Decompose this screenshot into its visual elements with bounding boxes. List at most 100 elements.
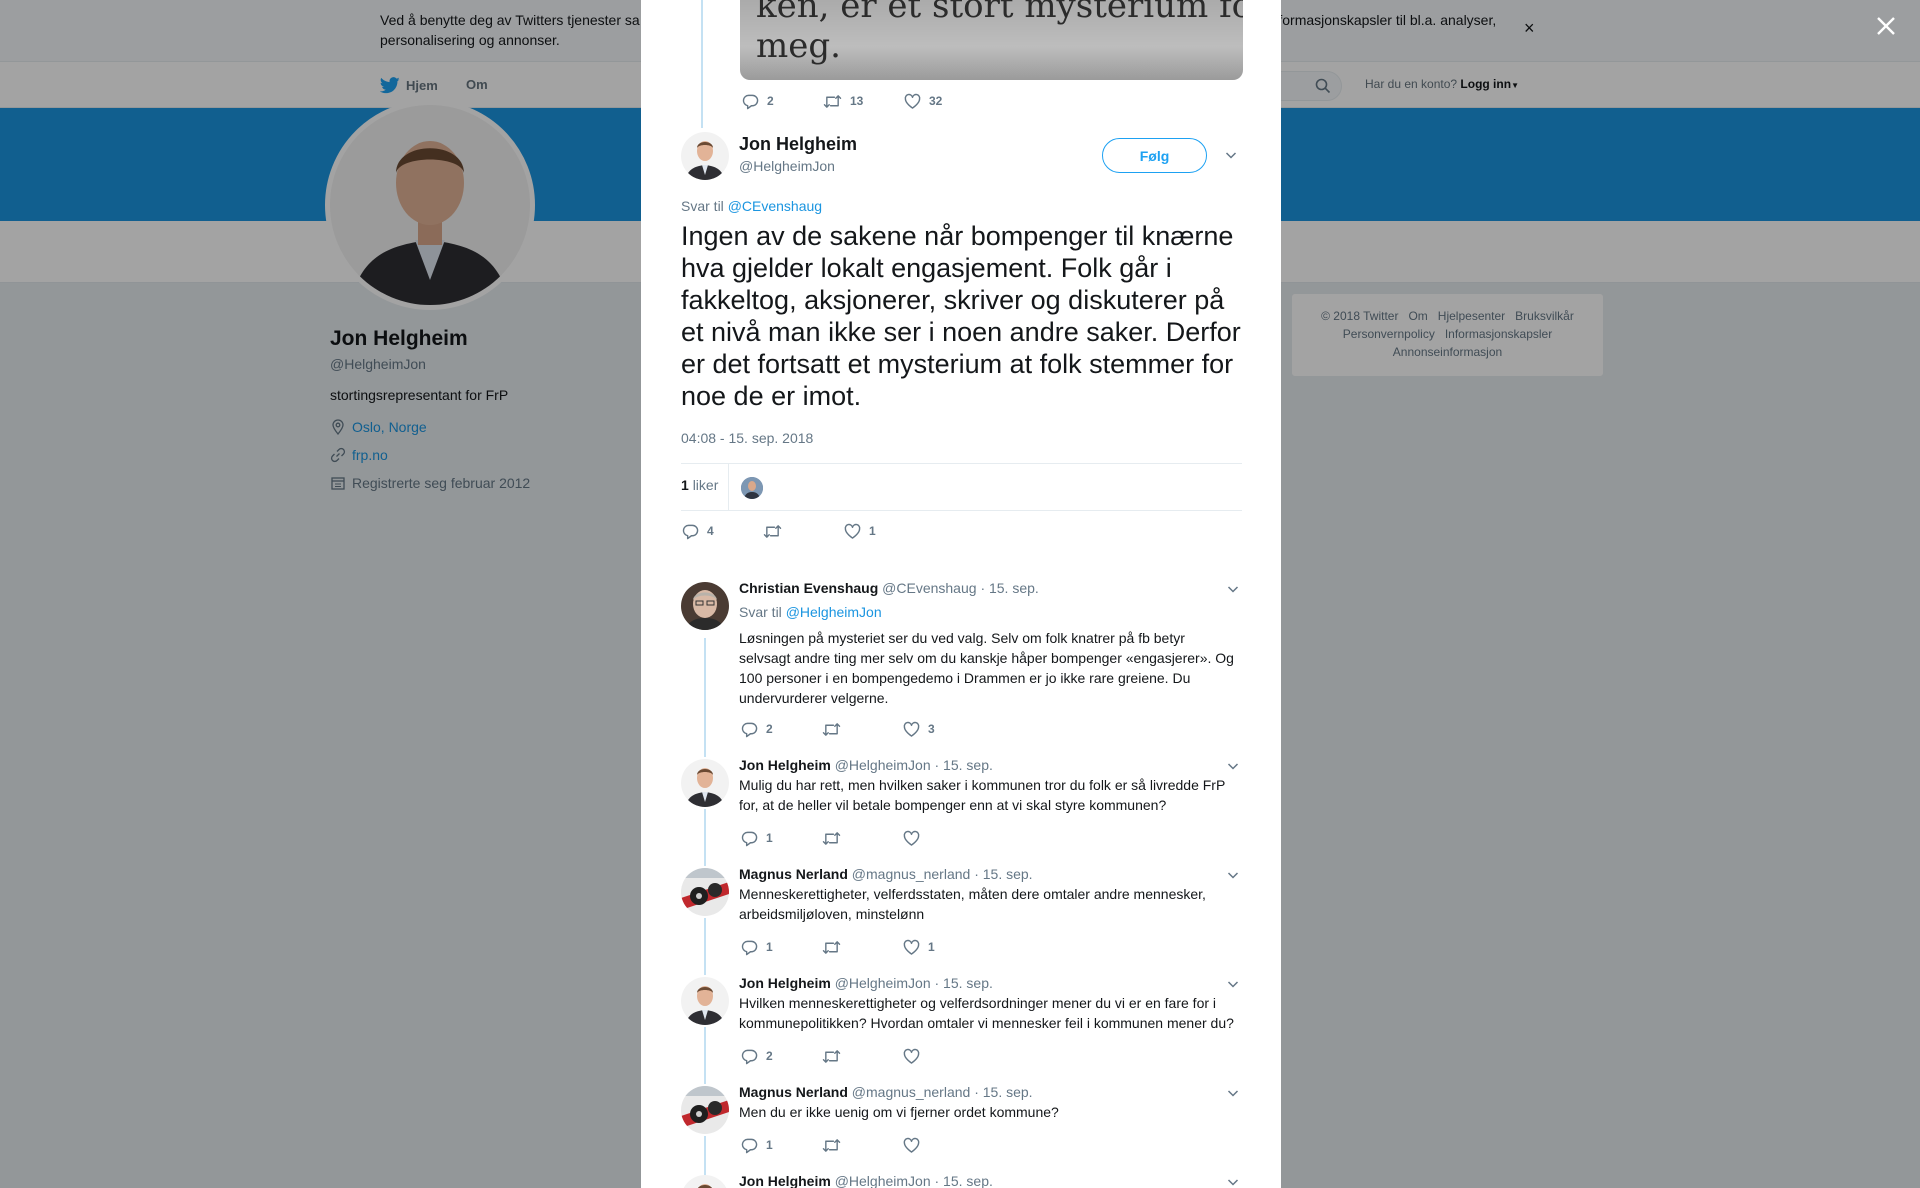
reply-date[interactable]: · 15. sep. [980, 580, 1038, 596]
reply-avatar[interactable] [681, 582, 729, 630]
reply-count: 2 [766, 722, 773, 736]
reply-author-handle[interactable]: @magnus_nerland [852, 1084, 971, 1100]
reply-date[interactable]: · 15. sep. [935, 1173, 993, 1188]
main-tweet-author-handle[interactable]: @HelgheimJon [739, 158, 835, 174]
reply-author-name[interactable]: Christian Evenshaug [739, 580, 878, 596]
like-button[interactable] [903, 1136, 984, 1154]
reply-text: Løsningen på mysteriet ser du ved valg. … [739, 630, 1234, 706]
reply-author-handle[interactable]: @HelgheimJon [835, 1173, 931, 1188]
heart-icon [903, 830, 920, 846]
reply-count: 1 [766, 831, 773, 845]
reply-tweet[interactable]: Jon Helgheim @HelgheimJon · 15. sep. Hvi… [681, 965, 1242, 1082]
reply-author-handle[interactable]: @magnus_nerland [852, 866, 971, 882]
reply-to-mention[interactable]: @HelgheimJon [786, 604, 882, 620]
like-count: 1 [928, 940, 935, 954]
liker-avatar[interactable] [741, 477, 763, 499]
chevron-down-icon[interactable] [1226, 977, 1240, 991]
reply-actions: 1 1 [741, 938, 984, 956]
main-tweet-timestamp[interactable]: 04:08 - 15. sep. 2018 [681, 430, 813, 446]
reply-tweet[interactable]: Magnus Nerland @magnus_nerland · 15. sep… [681, 1074, 1242, 1181]
retweet-button[interactable] [822, 720, 903, 738]
reply-author-name[interactable]: Jon Helgheim [739, 757, 831, 773]
chevron-down-icon[interactable] [1226, 1086, 1240, 1100]
reply-date[interactable]: · 15. sep. [974, 1084, 1032, 1100]
retweet-icon [822, 1049, 841, 1063]
follow-button[interactable]: Følg [1102, 138, 1207, 173]
reply-tweet[interactable]: Jon Helgheim @HelgheimJon · 15. sep. [681, 1163, 1242, 1188]
retweet-button[interactable] [822, 1136, 903, 1154]
retweet-button[interactable] [822, 938, 903, 956]
reply-tweet[interactable]: Magnus Nerland @magnus_nerland · 15. sep… [681, 856, 1242, 973]
likes-stat[interactable]: 1 liker [681, 477, 718, 493]
reply-author-handle[interactable]: @HelgheimJon [835, 975, 931, 991]
reply-date[interactable]: · 15. sep. [935, 757, 993, 773]
main-tweet-author-name[interactable]: Jon Helgheim [739, 134, 857, 155]
reply-button[interactable]: 2 [741, 1047, 822, 1065]
retweet-button[interactable]: 13 [823, 92, 904, 110]
reply-author-name[interactable]: Jon Helgheim [739, 975, 831, 991]
reply-author-handle[interactable]: @CEvenshaug [882, 580, 976, 596]
reply-to-mention[interactable]: @CEvenshaug [728, 198, 822, 214]
reply-button[interactable]: 4 [682, 522, 763, 540]
reply-author-name[interactable]: Jon Helgheim [739, 1173, 831, 1188]
stats-divider [728, 464, 729, 510]
reply-to-label: Svar til [681, 198, 724, 214]
retweet-button[interactable] [822, 829, 903, 847]
reply-to-label: Svar til [739, 604, 782, 620]
reply-button[interactable]: 1 [741, 829, 822, 847]
reply-avatar[interactable] [681, 1175, 729, 1188]
reply-button[interactable]: 1 [741, 938, 822, 956]
like-button[interactable]: 1 [844, 522, 925, 540]
reply-avatar[interactable] [681, 1086, 729, 1134]
chevron-down-icon[interactable] [1226, 759, 1240, 773]
reply-button[interactable]: 1 [741, 1136, 822, 1154]
like-button[interactable] [903, 829, 984, 847]
reply-avatar[interactable] [681, 977, 729, 1025]
chevron-down-icon[interactable] [1226, 868, 1240, 882]
reply-date[interactable]: · 15. sep. [974, 866, 1032, 882]
chevron-down-icon[interactable] [1226, 582, 1240, 596]
retweet-icon [822, 831, 841, 845]
reply-actions: 1 [741, 1136, 984, 1154]
reply-button[interactable]: 2 [742, 92, 823, 110]
heart-icon [903, 721, 920, 737]
reply-date[interactable]: · 15. sep. [935, 975, 993, 991]
reply-author-handle[interactable]: @HelgheimJon [835, 757, 931, 773]
like-button[interactable]: 32 [904, 92, 985, 110]
chevron-down-icon[interactable] [1226, 1175, 1240, 1188]
reply-author-name[interactable]: Magnus Nerland [739, 866, 848, 882]
retweet-icon [822, 940, 841, 954]
reply-icon [682, 524, 699, 539]
retweet-icon [763, 524, 782, 538]
reply-avatar[interactable] [681, 868, 729, 916]
like-button[interactable] [903, 1047, 984, 1065]
reply-tweet[interactable]: Christian Evenshaug @CEvenshaug · 15. se… [681, 580, 1242, 748]
image-text-line1: ken, er et stort mysterium for [756, 0, 1243, 26]
reply-header: Jon Helgheim @HelgheimJon · 15. sep. [739, 757, 993, 773]
like-button[interactable]: 1 [903, 938, 984, 956]
avatar-photo [681, 868, 729, 916]
retweet-button[interactable] [763, 522, 844, 540]
like-count: 1 [869, 524, 876, 538]
reply-author-name[interactable]: Magnus Nerland [739, 1084, 848, 1100]
avatar-photo [681, 1086, 729, 1134]
reply-avatar[interactable] [681, 759, 729, 807]
thread-line [704, 1163, 706, 1173]
like-count: 3 [928, 722, 935, 736]
reply-button[interactable]: 2 [741, 720, 822, 738]
close-icon[interactable] [1871, 11, 1901, 41]
reply-icon [742, 94, 759, 109]
avatar-photo [681, 132, 729, 180]
reply-icon [741, 1138, 758, 1153]
like-button[interactable]: 3 [903, 720, 984, 738]
reply-tweet[interactable]: Jon Helgheim @HelgheimJon · 15. sep. Mul… [681, 747, 1242, 864]
main-tweet-avatar[interactable] [681, 132, 729, 180]
likes-stat-label: liker [692, 477, 719, 493]
reply-icon [741, 940, 758, 955]
previous-tweet-image[interactable]: ken, er et stort mysterium for meg. [740, 0, 1243, 80]
retweet-button[interactable] [822, 1047, 903, 1065]
avatar-photo [681, 977, 729, 1025]
reply-header: Magnus Nerland @magnus_nerland · 15. sep… [739, 866, 1033, 882]
thread-line [704, 747, 706, 757]
chevron-down-icon[interactable] [1224, 148, 1238, 162]
